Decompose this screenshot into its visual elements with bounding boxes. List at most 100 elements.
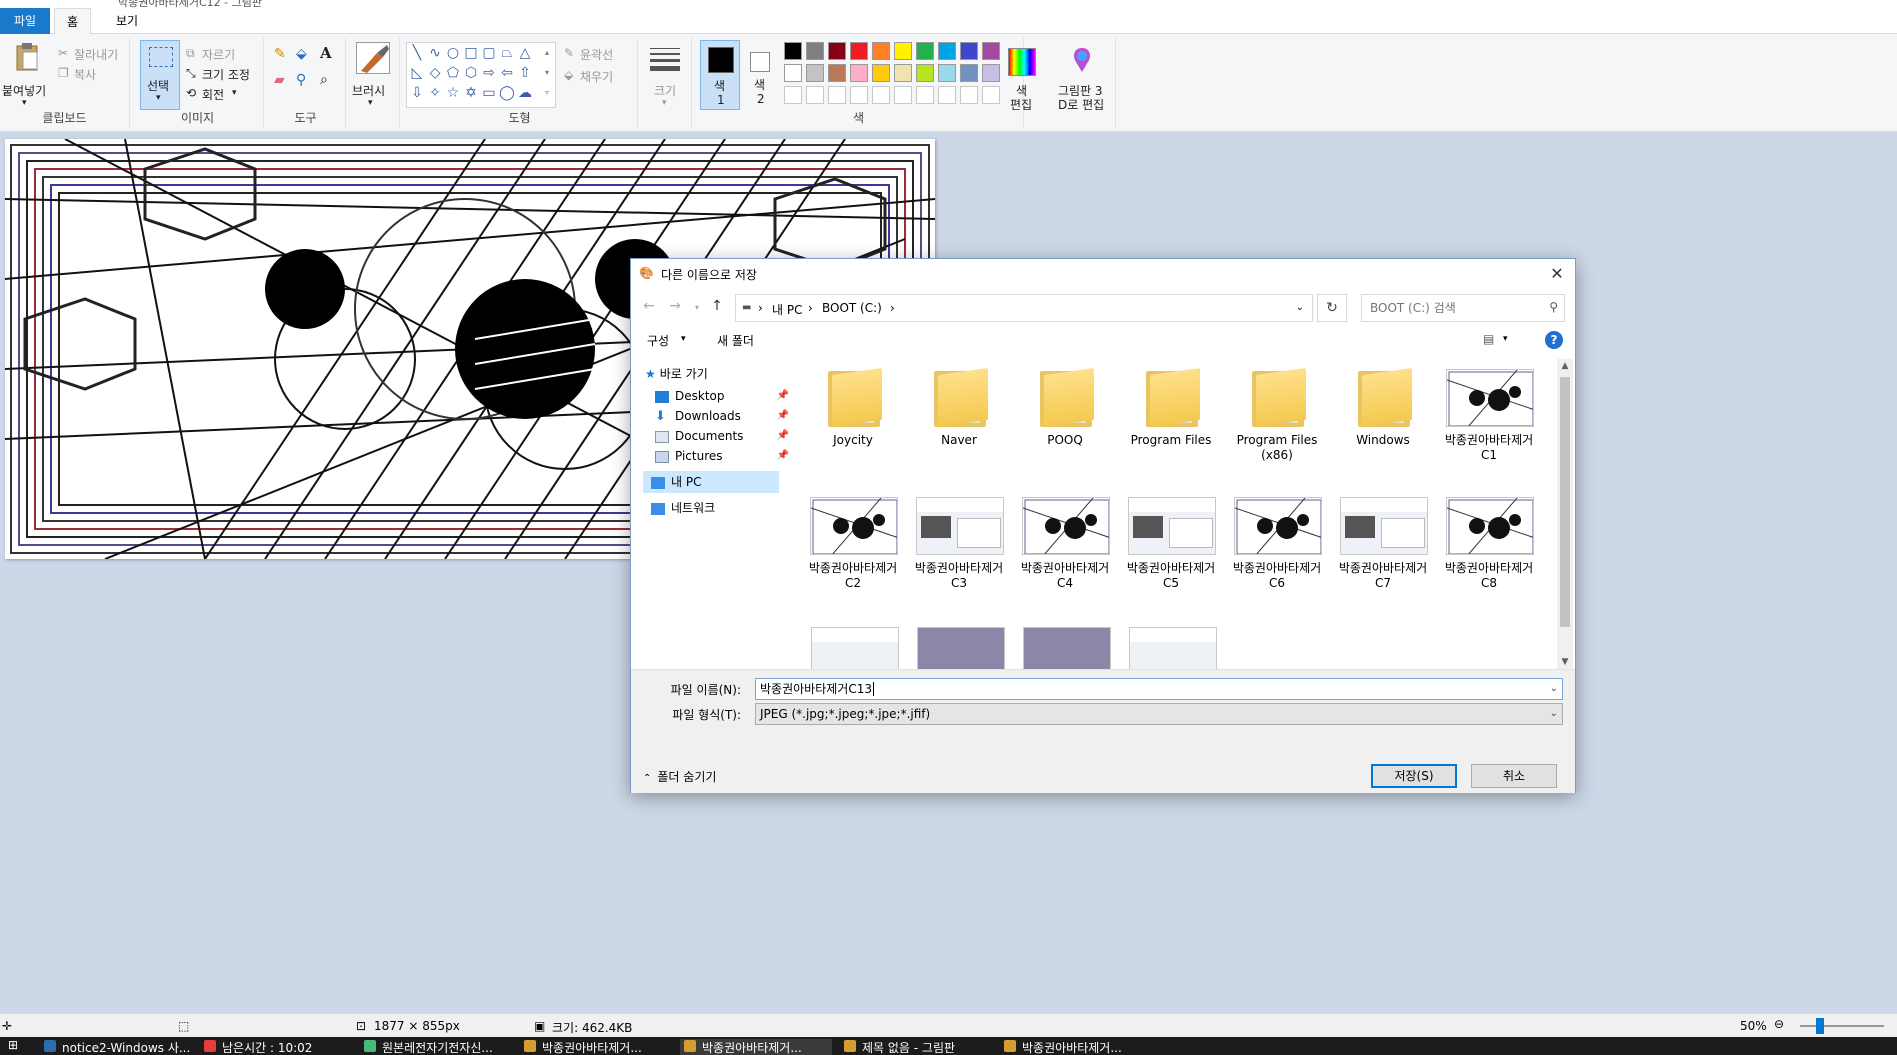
taskbar-item[interactable]: 원본레전자기전자신... xyxy=(360,1039,512,1055)
nav-this-pc[interactable]: 내 PC xyxy=(643,471,779,493)
palette-color-swatch[interactable] xyxy=(938,42,956,60)
text-icon[interactable]: A xyxy=(320,44,332,62)
folder-item[interactable]: Naver xyxy=(909,359,1009,477)
custom-color-slot[interactable] xyxy=(828,86,846,104)
zoom-out-icon[interactable]: ⊖ xyxy=(1774,1017,1784,1031)
nav-quick-access[interactable]: ★ 바로 가기 xyxy=(645,363,785,385)
address-dropdown-icon[interactable]: ⌄ xyxy=(1296,302,1304,313)
palette-color-swatch[interactable] xyxy=(784,42,802,60)
image-thumbnail[interactable] xyxy=(1129,627,1217,669)
palette-color-swatch[interactable] xyxy=(938,64,956,82)
edit-colors-label-b[interactable]: 편집 xyxy=(1010,96,1032,113)
diamond-shape-icon[interactable]: ◇ xyxy=(427,65,443,81)
taskbar-item[interactable]: 박종권아바타제거... xyxy=(520,1039,672,1055)
nav-documents[interactable]: Documents 📌 xyxy=(655,425,795,447)
six-point-star-shape-icon[interactable]: ✡ xyxy=(463,85,479,101)
rotate-dropdown-icon[interactable]: ▾ xyxy=(232,88,237,98)
custom-color-slot[interactable] xyxy=(872,86,890,104)
custom-color-slot[interactable] xyxy=(894,86,912,104)
rotate-button[interactable]: 회전 xyxy=(202,86,224,103)
copy-button[interactable]: 복사 xyxy=(74,66,96,83)
four-point-star-shape-icon[interactable]: ✧ xyxy=(427,85,443,101)
file-item[interactable]: 박종권아바타제거C1 xyxy=(1439,359,1539,477)
color1-button[interactable]: 색 1 xyxy=(700,40,740,110)
help-icon[interactable]: ? xyxy=(1545,331,1563,349)
tab-file[interactable]: 파일 xyxy=(0,8,50,34)
nav-downloads[interactable]: ⬇ Downloads 📌 xyxy=(655,405,795,427)
pentagon-shape-icon[interactable]: ⬠ xyxy=(445,65,461,81)
taskbar-item[interactable]: 박종권아바타제거... xyxy=(1000,1039,1152,1055)
taskbar-item[interactable]: 제목 없음 - 그림판 xyxy=(840,1039,992,1055)
filename-field[interactable]: 박종권아바타제거C13 ⌄ xyxy=(755,678,1563,700)
edit-colors-icon[interactable] xyxy=(1008,48,1036,76)
palette-color-swatch[interactable] xyxy=(850,64,868,82)
refresh-icon[interactable]: ↻ xyxy=(1317,294,1347,322)
taskbar-item[interactable]: 박종권아바타제거... xyxy=(680,1039,832,1055)
cut-button[interactable]: 잘라내기 xyxy=(74,46,118,63)
curve-shape-icon[interactable]: ∿ xyxy=(427,45,443,61)
paste-button[interactable]: 붙여넣기 xyxy=(2,82,46,99)
outline-button[interactable]: 윤곽선 xyxy=(580,46,613,63)
line-shape-icon[interactable]: ╲ xyxy=(409,45,425,61)
palette-color-swatch[interactable] xyxy=(872,64,890,82)
custom-color-slot[interactable] xyxy=(982,86,1000,104)
palette-color-swatch[interactable] xyxy=(960,42,978,60)
palette-color-swatch[interactable] xyxy=(850,42,868,60)
custom-color-slot[interactable] xyxy=(784,86,802,104)
scrollbar-thumb[interactable] xyxy=(1560,377,1570,627)
palette-color-swatch[interactable] xyxy=(828,42,846,60)
tab-view[interactable]: 보기 xyxy=(104,8,150,34)
taskbar-item[interactable]: notice2-Windows 사... xyxy=(40,1039,192,1055)
custom-color-slot[interactable] xyxy=(960,86,978,104)
up-arrow-shape-icon[interactable]: ⇧ xyxy=(517,65,533,81)
palette-color-swatch[interactable] xyxy=(872,42,890,60)
brush-icon[interactable] xyxy=(356,42,390,74)
folder-item[interactable]: Windows xyxy=(1333,359,1433,477)
image-thumbnail[interactable] xyxy=(1023,627,1111,669)
palette-color-swatch[interactable] xyxy=(960,64,978,82)
nav-desktop[interactable]: Desktop 📌 xyxy=(655,385,795,407)
search-input[interactable] xyxy=(1362,295,1532,321)
image-thumbnail[interactable] xyxy=(917,627,1005,669)
folder-item[interactable]: Program Files (x86) xyxy=(1227,359,1327,477)
hide-folders-button[interactable]: ⌃ 폴더 숨기기 xyxy=(643,768,716,785)
shapes-more-icon[interactable]: ▿ xyxy=(539,85,555,101)
view-dropdown-icon[interactable]: ▾ xyxy=(1503,334,1508,344)
triangle-shape-icon[interactable]: △ xyxy=(517,45,533,61)
rounded-rectangle-shape-icon[interactable]: ▢ xyxy=(481,45,497,61)
shapes-scroll-down-icon[interactable]: ▾ xyxy=(539,65,555,81)
file-item[interactable]: 박종권아바타제거C5 xyxy=(1121,487,1221,605)
windows-start-icon[interactable]: ⊞ xyxy=(8,1038,18,1052)
palette-color-swatch[interactable] xyxy=(828,64,846,82)
view-options-icon[interactable]: ▤ xyxy=(1483,332,1494,346)
polygon-shape-icon[interactable]: ⏢ xyxy=(499,45,515,61)
scroll-down-icon[interactable]: ▼ xyxy=(1557,657,1573,667)
palette-color-swatch[interactable] xyxy=(982,42,1000,60)
file-item[interactable]: 박종권아바타제거C4 xyxy=(1015,487,1115,605)
custom-color-slot[interactable] xyxy=(916,86,934,104)
file-item[interactable]: 박종권아바타제거C8 xyxy=(1439,487,1539,605)
right-arrow-shape-icon[interactable]: ⇨ xyxy=(481,65,497,81)
callout-rect-shape-icon[interactable]: ▭ xyxy=(481,85,497,101)
file-item[interactable]: 박종권아바타제거C3 xyxy=(909,487,1009,605)
fill-button[interactable]: 채우기 xyxy=(580,68,613,85)
scroll-up-icon[interactable]: ▲ xyxy=(1557,361,1573,371)
brush-button[interactable]: 브러시 xyxy=(352,82,385,99)
custom-color-slot[interactable] xyxy=(850,86,868,104)
recent-locations-icon[interactable]: ▾ xyxy=(687,303,707,312)
brush-dropdown-icon[interactable]: ▾ xyxy=(368,98,373,108)
color-picker-icon[interactable]: ⚲ xyxy=(296,72,306,88)
callout-oval-shape-icon[interactable]: ◯ xyxy=(499,85,515,101)
palette-color-swatch[interactable] xyxy=(806,64,824,82)
left-arrow-shape-icon[interactable]: ⇦ xyxy=(499,65,515,81)
save-button[interactable]: 저장(S) xyxy=(1371,764,1457,788)
organize-button[interactable]: 구성 xyxy=(647,332,669,349)
size-icon[interactable] xyxy=(650,48,680,71)
search-icon[interactable]: ⚲ xyxy=(1549,300,1558,314)
palette-color-swatch[interactable] xyxy=(894,64,912,82)
oval-shape-icon[interactable]: ○ xyxy=(445,45,461,61)
zoom-slider[interactable] xyxy=(1800,1018,1884,1034)
palette-color-swatch[interactable] xyxy=(784,64,802,82)
file-list-scrollbar[interactable]: ▲ ▼ xyxy=(1557,359,1573,669)
shapes-scroll-up-icon[interactable]: ▴ xyxy=(539,45,555,61)
